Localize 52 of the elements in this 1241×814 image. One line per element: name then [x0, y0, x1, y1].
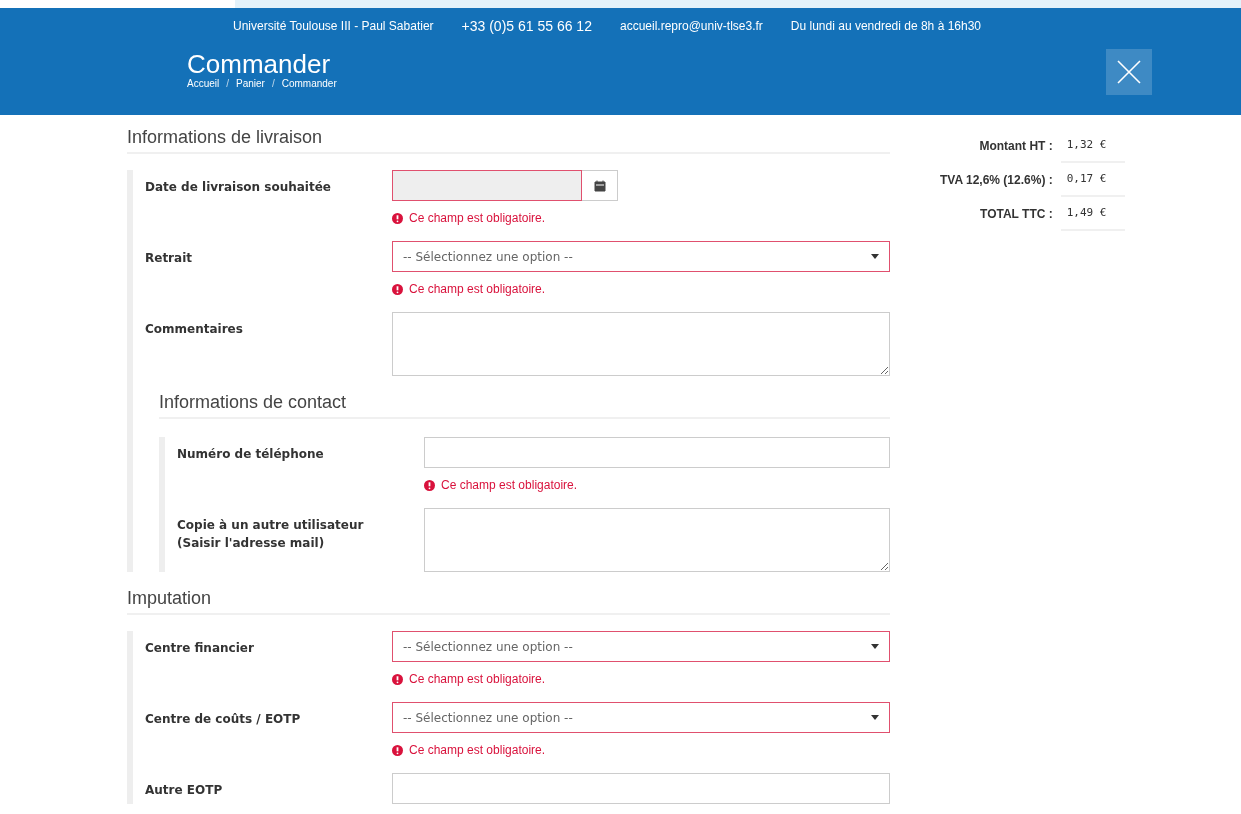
error-icon: [424, 479, 435, 491]
breadcrumb-link[interactable]: Panier: [236, 78, 265, 89]
header-info: Université Toulouse III - Paul Sabatier: [233, 18, 434, 34]
field-label: Autre EOTP: [145, 782, 224, 799]
header-info: Du lundi au vendredi de 8h à 16h30: [790, 18, 981, 34]
error-message: Ce champ est obligatoire.: [409, 672, 546, 686]
header-info: +33 (0)5 61 55 66 12: [461, 18, 592, 34]
input-field[interactable]: [424, 437, 890, 468]
calendar-icon: [593, 179, 606, 192]
breadcrumb-separator: /: [271, 78, 275, 89]
breadcrumb-link[interactable]: Accueil: [187, 78, 220, 89]
caret-icon: [871, 644, 879, 649]
field-label: Date de livraison souhaitée: [145, 179, 332, 196]
text-area[interactable]: [424, 508, 890, 572]
section-title: Informations de livraison: [127, 127, 890, 154]
total-label: TOTAL TTC :: [980, 207, 1054, 221]
field-label: Numéro de téléphone: [177, 446, 325, 463]
error-icon: [392, 673, 403, 685]
select-dropdown[interactable]: -- Sélectionnez une option --: [392, 631, 890, 662]
error-icon: [392, 744, 403, 756]
field-label: Centre de coûts / EOTP: [145, 711, 302, 728]
caret-icon: [871, 254, 879, 259]
error-icon: [392, 283, 403, 295]
error-message: Ce champ est obligatoire.: [409, 743, 546, 757]
error-message: Ce champ est obligatoire.: [441, 478, 578, 492]
field-label: Copie à un autre utilisateur (Saisir l'adresse mail): [177, 517, 365, 552]
input-field[interactable]: [392, 773, 890, 804]
breadcrumb-separator: /: [226, 78, 230, 89]
select-dropdown[interactable]: -- Sélectionnez une option --: [392, 241, 890, 272]
error-message: Ce champ est obligatoire.: [409, 282, 546, 296]
calendar-button[interactable]: [582, 170, 618, 201]
breadcrumb-current: Commander: [281, 78, 337, 89]
header-info: accueil.repro@univ-tlse3.fr: [619, 18, 763, 34]
page-title: Commander: [187, 51, 332, 77]
total-value: 1,49 €: [1060, 197, 1125, 231]
section-title: Imputation: [127, 588, 890, 615]
total-value: 1,32 €: [1060, 129, 1125, 163]
error-message: Ce champ est obligatoire.: [409, 211, 546, 225]
total-value: 0,17 €: [1060, 163, 1125, 197]
total-label: Montant HT :: [979, 139, 1054, 153]
close-icon: [1116, 59, 1142, 85]
section-title: Informations de contact: [159, 392, 890, 419]
date-field[interactable]: [392, 170, 582, 201]
caret-icon: [871, 715, 879, 720]
total-label: TVA 12,6% (12.6%) :: [940, 173, 1054, 187]
field-label: Centre financier: [145, 640, 255, 657]
close-button[interactable]: [1106, 49, 1152, 95]
select-dropdown[interactable]: -- Sélectionnez une option --: [392, 702, 890, 733]
error-icon: [392, 212, 403, 224]
field-label: Retrait: [145, 250, 193, 267]
field-label: Commentaires: [145, 321, 244, 338]
text-area[interactable]: [392, 312, 890, 376]
